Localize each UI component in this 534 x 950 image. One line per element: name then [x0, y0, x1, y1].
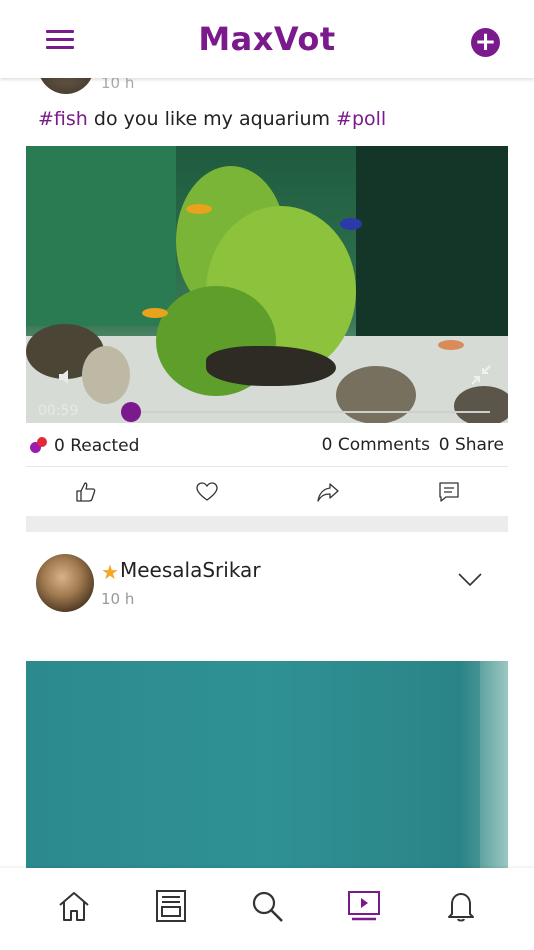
chevron-down-icon[interactable]: [458, 572, 482, 588]
post-separator: [26, 516, 508, 532]
share-arrow-icon[interactable]: [316, 480, 340, 504]
star-icon: ★: [101, 560, 119, 584]
video-scene: [356, 146, 508, 346]
hashtag-poll[interactable]: #poll: [336, 108, 386, 130]
comment-icon[interactable]: [437, 480, 461, 504]
driftwood: [206, 346, 336, 386]
bell-icon[interactable]: [443, 888, 479, 924]
feed-icon[interactable]: [153, 888, 189, 924]
shares-count[interactable]: 0 Share: [439, 435, 504, 455]
post-time: 10 h: [101, 590, 135, 608]
home-icon[interactable]: [56, 888, 92, 924]
add-post-button[interactable]: +: [471, 28, 500, 57]
fish: [438, 340, 464, 350]
seek-bar[interactable]: [130, 411, 490, 413]
fish: [142, 308, 168, 318]
search-icon[interactable]: [249, 888, 285, 924]
video-scene: [26, 146, 176, 326]
fish: [340, 218, 362, 230]
reactions-count[interactable]: 0 Reacted: [30, 435, 139, 456]
post-username[interactable]: MeesalaSrikar: [120, 558, 261, 582]
video-icon[interactable]: [346, 888, 382, 924]
post-caption: #fish do you like my aquarium #poll: [38, 108, 386, 130]
aquarium-rock: [454, 386, 508, 423]
avatar[interactable]: [36, 554, 94, 612]
reactions-label: 0 Reacted: [54, 436, 140, 456]
video-current-time: 00:59: [38, 403, 79, 419]
post-stats: 0 Reacted 0 Comments 0 Share: [26, 433, 508, 459]
reaction-hearts-icon: [30, 437, 48, 453]
media-edge: [480, 661, 508, 871]
seek-handle[interactable]: [121, 402, 141, 422]
bottom-navigation: [0, 868, 534, 950]
aquarium-rock: [336, 366, 416, 423]
fish: [186, 204, 212, 214]
aquarium-rock: [82, 346, 130, 404]
post-media[interactable]: [26, 661, 508, 871]
hashtag-fish[interactable]: #fish: [38, 108, 88, 130]
app-header: MaxVot +: [0, 0, 534, 78]
heart-icon[interactable]: [195, 480, 219, 504]
speaker-icon[interactable]: [57, 368, 75, 386]
comments-count[interactable]: 0 Comments: [322, 435, 430, 455]
app-title: MaxVot: [198, 20, 336, 58]
divider: [26, 466, 508, 467]
thumbs-up-icon[interactable]: [74, 480, 98, 504]
caption-text: do you like my aquarium: [93, 108, 330, 130]
video-player[interactable]: 00:59: [26, 146, 508, 423]
collapse-arrows-icon[interactable]: [470, 364, 492, 386]
